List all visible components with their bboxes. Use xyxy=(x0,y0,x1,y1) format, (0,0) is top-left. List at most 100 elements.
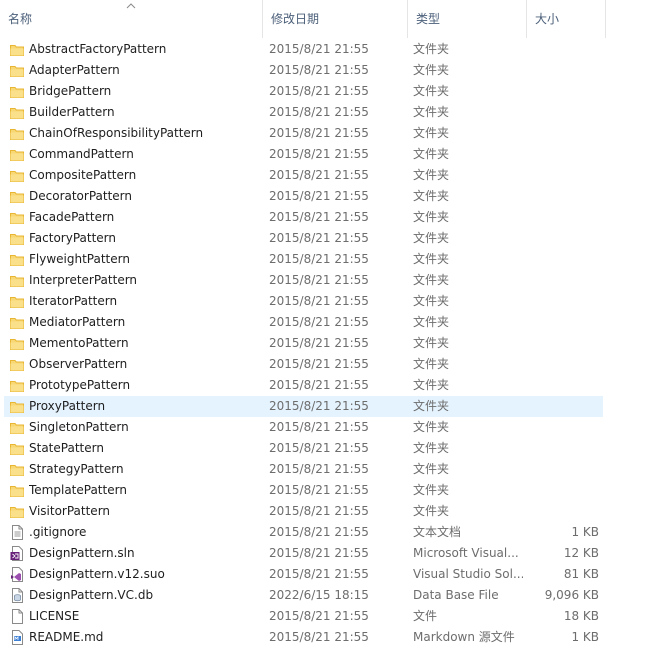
column-header-name[interactable]: 名称 xyxy=(0,0,262,38)
file-row[interactable]: DesignPattern.v12.suo 2015/8/21 21:55 Visu… xyxy=(4,564,603,585)
file-row[interactable]: CommandPattern 2015/8/21 21:55 文件夹 xyxy=(4,144,603,165)
file-modified-date: 2015/8/21 21:55 xyxy=(269,567,369,581)
file-modified-date: 2015/8/21 21:55 xyxy=(269,630,369,644)
file-row[interactable]: FactoryPattern 2015/8/21 21:55 文件夹 xyxy=(4,228,603,249)
folder-icon xyxy=(10,126,24,141)
folder-icon xyxy=(10,147,24,162)
file-type: 文件夹 xyxy=(413,210,450,224)
file-modified-date: 2015/8/21 21:55 xyxy=(269,609,369,623)
file-row[interactable]: VisitorPattern 2015/8/21 21:55 文件夹 xyxy=(4,501,603,522)
folder-icon xyxy=(10,84,24,99)
file-type: 文件夹 xyxy=(413,126,450,140)
file-type: 文件夹 xyxy=(413,399,450,413)
file-row[interactable]: StrategyPattern 2015/8/21 21:55 文件夹 xyxy=(4,459,603,480)
file-type: 文件夹 xyxy=(413,105,450,119)
file-type: 文件夹 xyxy=(413,273,450,287)
file-row[interactable]: FacadePattern 2015/8/21 21:55 文件夹 xyxy=(4,207,603,228)
file-modified-date: 2015/8/21 21:55 xyxy=(269,525,369,539)
file-name: VisitorPattern xyxy=(29,504,111,518)
file-row[interactable]: BridgePattern 2015/8/21 21:55 文件夹 xyxy=(4,81,603,102)
file-modified-date: 2015/8/21 21:55 xyxy=(269,399,369,413)
file-type: 文件夹 xyxy=(413,252,450,266)
blank-file-icon xyxy=(10,609,24,624)
file-name: BridgePattern xyxy=(29,84,112,98)
visual-studio-solution-icon xyxy=(10,546,24,561)
file-size xyxy=(526,228,599,249)
file-modified-date: 2015/8/21 21:55 xyxy=(269,420,369,434)
file-modified-date: 2015/8/21 21:55 xyxy=(269,105,369,119)
file-row[interactable]: MementoPattern 2015/8/21 21:55 文件夹 xyxy=(4,333,603,354)
file-row[interactable]: BuilderPattern 2015/8/21 21:55 文件夹 xyxy=(4,102,603,123)
file-row[interactable]: README.md 2015/8/21 21:55 Markdown 源文件 1 KB xyxy=(4,627,603,648)
file-name: ChainOfResponsibilityPattern xyxy=(29,126,204,140)
file-row[interactable]: StatePattern 2015/8/21 21:55 文件夹 xyxy=(4,438,603,459)
folder-icon xyxy=(10,483,24,498)
file-type: Data Base File xyxy=(413,588,499,602)
file-modified-date: 2015/8/21 21:55 xyxy=(269,504,369,518)
file-row[interactable]: DesignPattern.sln 2015/8/21 21:55 Microsof… xyxy=(4,543,603,564)
file-row[interactable]: SingletonPattern 2015/8/21 21:55 文件夹 xyxy=(4,417,603,438)
folder-icon xyxy=(10,63,24,78)
file-row[interactable]: ObserverPattern 2015/8/21 21:55 文件夹 xyxy=(4,354,603,375)
file-modified-date: 2015/8/21 21:55 xyxy=(269,546,369,560)
file-type: 文件夹 xyxy=(413,357,450,371)
folder-icon xyxy=(10,420,24,435)
file-row[interactable]: LICENSE 2015/8/21 21:55 文件 18 KB xyxy=(4,606,603,627)
file-row[interactable]: CompositePattern 2015/8/21 21:55 文件夹 xyxy=(4,165,603,186)
file-size xyxy=(526,102,599,123)
file-modified-date: 2015/8/21 21:55 xyxy=(269,483,369,497)
file-modified-date: 2015/8/21 21:55 xyxy=(269,462,369,476)
column-header-size[interactable]: 大小 xyxy=(526,0,606,38)
file-row[interactable]: AbstractFactoryPattern 2015/8/21 21:55 文件夹 xyxy=(4,39,603,60)
file-row[interactable]: .gitignore 2015/8/21 21:55 文本文档 1 KB xyxy=(4,522,603,543)
file-name: TemplatePattern xyxy=(29,483,127,497)
file-size xyxy=(526,144,599,165)
file-row[interactable]: ProxyPattern 2015/8/21 21:55 文件夹 xyxy=(4,396,603,417)
file-modified-date: 2015/8/21 21:55 xyxy=(269,357,369,371)
file-type: 文件夹 xyxy=(413,420,450,434)
file-size: 81 KB xyxy=(563,567,599,581)
file-size xyxy=(526,396,599,417)
folder-icon xyxy=(10,336,24,351)
file-type: 文件夹 xyxy=(413,189,450,203)
file-row[interactable]: AdapterPattern 2015/8/21 21:55 文件夹 xyxy=(4,60,603,81)
file-row[interactable]: DesignPattern.VC.db 2022/6/15 18:15 Data B… xyxy=(4,585,603,606)
file-type: Microsoft Visual... xyxy=(413,546,519,560)
file-size xyxy=(526,333,599,354)
file-row[interactable]: DecoratorPattern 2015/8/21 21:55 文件夹 xyxy=(4,186,603,207)
visual-studio-options-icon xyxy=(10,567,24,582)
folder-icon xyxy=(10,210,24,225)
file-name: StrategyPattern xyxy=(29,462,124,476)
file-row[interactable]: TemplatePattern 2015/8/21 21:55 文件夹 xyxy=(4,480,603,501)
file-name: .gitignore xyxy=(29,525,87,539)
column-header-date[interactable]: 修改日期 xyxy=(262,0,407,38)
file-name: DesignPattern.VC.db xyxy=(29,588,154,602)
file-modified-date: 2015/8/21 21:55 xyxy=(269,147,369,161)
file-name: README.md xyxy=(29,630,104,644)
folder-icon xyxy=(10,273,24,288)
file-modified-date: 2022/6/15 18:15 xyxy=(269,588,369,602)
file-modified-date: 2015/8/21 21:55 xyxy=(269,168,369,182)
folder-icon xyxy=(10,357,24,372)
file-size: 1 KB xyxy=(571,525,599,539)
file-name: DesignPattern.v12.suo xyxy=(29,567,165,581)
file-name: ObserverPattern xyxy=(29,357,128,371)
file-size: 9,096 KB xyxy=(544,588,599,602)
file-row[interactable]: MediatorPattern 2015/8/21 21:55 文件夹 xyxy=(4,312,603,333)
file-name: ProxyPattern xyxy=(29,399,106,413)
file-type: 文件夹 xyxy=(413,42,450,56)
folder-icon xyxy=(10,378,24,393)
file-type: Markdown 源文件 xyxy=(413,630,515,644)
file-size: 1 KB xyxy=(571,630,599,644)
file-size xyxy=(526,81,599,102)
file-modified-date: 2015/8/21 21:55 xyxy=(269,294,369,308)
file-type: 文件夹 xyxy=(413,84,450,98)
file-row[interactable]: IteratorPattern 2015/8/21 21:55 文件夹 xyxy=(4,291,603,312)
file-row[interactable]: InterpreterPattern 2015/8/21 21:55 文件夹 xyxy=(4,270,603,291)
file-row[interactable]: ChainOfResponsibilityPattern 2015/8/21 21… xyxy=(4,123,603,144)
file-size xyxy=(526,270,599,291)
file-type: 文件夹 xyxy=(413,294,450,308)
file-row[interactable]: FlyweightPattern 2015/8/21 21:55 文件夹 xyxy=(4,249,603,270)
file-row[interactable]: PrototypePattern 2015/8/21 21:55 文件夹 xyxy=(4,375,603,396)
column-header-type[interactable]: 类型 xyxy=(407,0,526,38)
